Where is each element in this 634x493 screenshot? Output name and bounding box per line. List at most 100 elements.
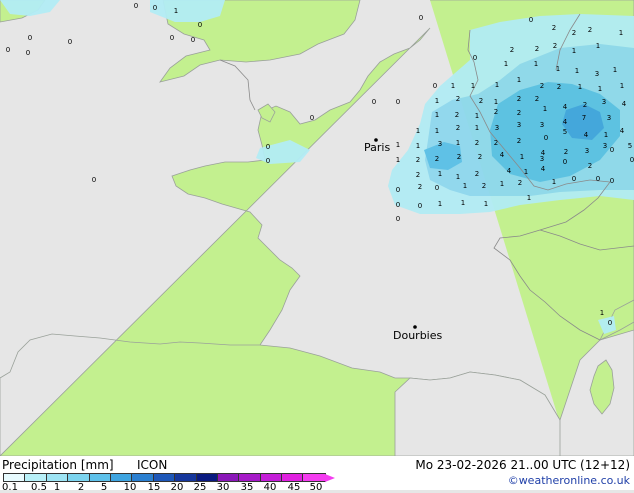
precip-value: 1 — [524, 168, 528, 176]
scale-swatch — [216, 473, 241, 482]
precip-value: 2 — [540, 82, 544, 90]
precip-value: 1 — [475, 124, 479, 132]
scale-swatch — [259, 473, 284, 482]
precip-value: 1 — [494, 98, 498, 106]
precip-value: 0 — [529, 16, 533, 24]
precip-value: 1 — [620, 82, 624, 90]
precip-value: 1 — [495, 81, 499, 89]
scale-tick-label: 45 — [287, 482, 301, 493]
precip-value: 4 — [500, 151, 505, 159]
scale-tick-label: 10 — [123, 482, 137, 493]
precip-value: 1 — [600, 309, 604, 317]
precip-value: 1 — [619, 29, 623, 37]
precip-value: 1 — [438, 200, 442, 208]
precip-value: 0 — [191, 36, 195, 44]
precip-value: 2 — [494, 108, 498, 116]
precip-value: 4 — [541, 165, 546, 173]
precip-value: 1 — [575, 67, 579, 75]
precip-value: 3 — [585, 147, 589, 155]
precip-value: 2 — [517, 109, 521, 117]
precip-value: 0 — [610, 146, 614, 154]
precip-value: 0 — [26, 49, 30, 57]
precip-value: 0 — [630, 156, 634, 164]
precip-value: 1 — [475, 112, 479, 120]
precip-value: 2 — [482, 182, 486, 190]
precip-value: 1 — [598, 85, 602, 93]
precip-value: 1 — [461, 199, 465, 207]
legend-title: Precipitation [mm] — [2, 458, 114, 472]
precip-value: 2 — [588, 26, 592, 34]
precip-value: 2 — [416, 156, 420, 164]
scale-tick-label: 50 — [309, 482, 323, 493]
precip-value: 0 — [266, 143, 270, 151]
scale-swatch — [67, 473, 91, 482]
precip-value: 0 — [68, 38, 72, 46]
precip-value: 0 — [153, 4, 157, 12]
scale-swatch — [238, 473, 262, 482]
scale-tick-label: 35 — [240, 482, 254, 493]
precip-value: 1 — [572, 47, 576, 55]
precip-value: 3 — [438, 140, 442, 148]
precip-value: 3 — [495, 124, 499, 132]
precip-value: 1 — [471, 82, 475, 90]
scale-tick-label: 5 — [100, 482, 108, 493]
precip-value: 2 — [418, 183, 422, 191]
precip-value: 1 — [435, 127, 439, 135]
scale-swatch — [302, 473, 326, 482]
scale-swatch — [2, 473, 27, 482]
precip-value: 2 — [475, 139, 479, 147]
precip-value: 0 — [608, 319, 612, 327]
precip-value: 0 — [134, 2, 138, 10]
scale-tick-label: 20 — [170, 482, 184, 493]
precip-value: 2 — [510, 46, 514, 54]
precip-value: 4 — [563, 118, 568, 126]
precip-value: 2 — [557, 83, 561, 91]
precip-value: 2 — [535, 45, 539, 53]
scale-tick-label: 1 — [53, 482, 61, 493]
precip-value: 1 — [396, 141, 400, 149]
credit-link[interactable]: ©weatheronline.co.uk — [508, 474, 630, 487]
precip-value: 1 — [463, 182, 467, 190]
precip-value: 2 — [456, 95, 460, 103]
precip-value: 5 — [628, 142, 632, 150]
precip-value: 1 — [484, 200, 488, 208]
precip-value: 2 — [572, 29, 576, 37]
precip-value: 1 — [517, 76, 521, 84]
precip-value: 0 — [92, 176, 96, 184]
scale-swatch — [152, 473, 177, 482]
scale-tick-label: 25 — [193, 482, 207, 493]
precip-value: 2 — [457, 153, 461, 161]
precip-value: 2 — [416, 171, 420, 179]
precip-value: 2 — [475, 170, 479, 178]
scale-swatch — [174, 473, 198, 482]
precip-value: 1 — [174, 7, 178, 15]
precip-value: 1 — [416, 142, 420, 150]
precip-value: 1 — [438, 170, 442, 178]
precip-value: 0 — [396, 186, 400, 194]
scale-tick-label: 0.5 — [31, 482, 47, 493]
precip-value: 0 — [396, 98, 400, 106]
scale-swatch — [109, 473, 134, 482]
precip-value: 2 — [479, 97, 483, 105]
precip-value: 0 — [418, 202, 422, 210]
precip-value: 2 — [552, 24, 556, 32]
precip-value: 1 — [456, 173, 460, 181]
precip-value: 1 — [613, 66, 617, 74]
precip-value: 2 — [564, 148, 568, 156]
precip-value: 4 — [507, 167, 512, 175]
precip-value: 2 — [478, 153, 482, 161]
scale-swatch — [131, 473, 155, 482]
precip-value: 0 — [6, 46, 10, 54]
forecast-run-time: Mo 23-02-2026 21..00 UTC (12+12) — [415, 458, 630, 472]
scale-end-arrow — [324, 474, 335, 482]
legend-footer: Precipitation [mm] ICON Mo 23-02-2026 21… — [0, 456, 634, 493]
precip-value: 2 — [517, 137, 521, 145]
precip-value: 7 — [582, 114, 586, 122]
precip-value: 1 — [534, 60, 538, 68]
precipitation-map: 10 000 00 0 0000000 002 2 2112220101 11 1 311 2 2 1 1 1… — [0, 0, 634, 456]
scale-tick-label: 2 — [77, 482, 85, 493]
precip-value: 2 — [588, 162, 592, 170]
precip-value: 1 — [396, 156, 400, 164]
precipitation-color-scale — [2, 473, 335, 482]
precip-value: 2 — [456, 124, 460, 132]
